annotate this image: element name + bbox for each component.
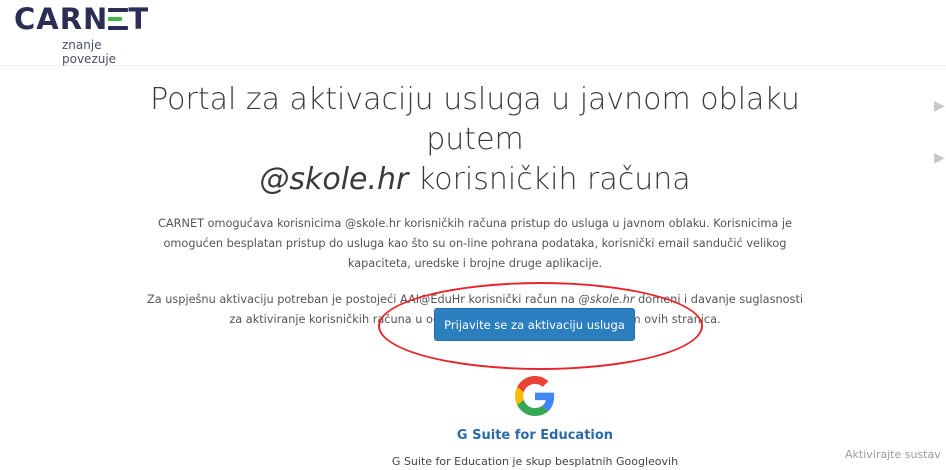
carnet-logo[interactable]: CARN T znanje povezuje bbox=[12, 0, 152, 66]
logo-e-glyph-icon bbox=[108, 8, 129, 30]
logo-wordmark: CARN T bbox=[14, 2, 150, 36]
gsuite-title[interactable]: G Suite for Education bbox=[340, 428, 730, 443]
page-title: Portal za aktivaciju usluga u javnom obl… bbox=[150, 82, 800, 197]
logo-tagline: znanje povezuje bbox=[62, 38, 117, 66]
login-activation-button[interactable]: Prijavite se za aktivaciju usluga bbox=[434, 308, 635, 341]
intro-paragraph: CARNET omogućava korisnicima @skole.hr k… bbox=[158, 217, 792, 270]
main-content: Portal za aktivaciju usluga u javnom obl… bbox=[140, 80, 810, 330]
gsuite-description: G Suite for Education je skup besplatnih… bbox=[391, 455, 679, 468]
windows-activation-watermark: Aktivirajte sustav bbox=[845, 448, 941, 461]
site-header: CARN T znanje povezuje bbox=[0, 0, 946, 66]
scroll-right-chevron-icon: ▶ bbox=[934, 97, 945, 113]
scroll-right-chevron-icon: ▶ bbox=[934, 149, 945, 165]
google-g-icon bbox=[515, 376, 555, 416]
